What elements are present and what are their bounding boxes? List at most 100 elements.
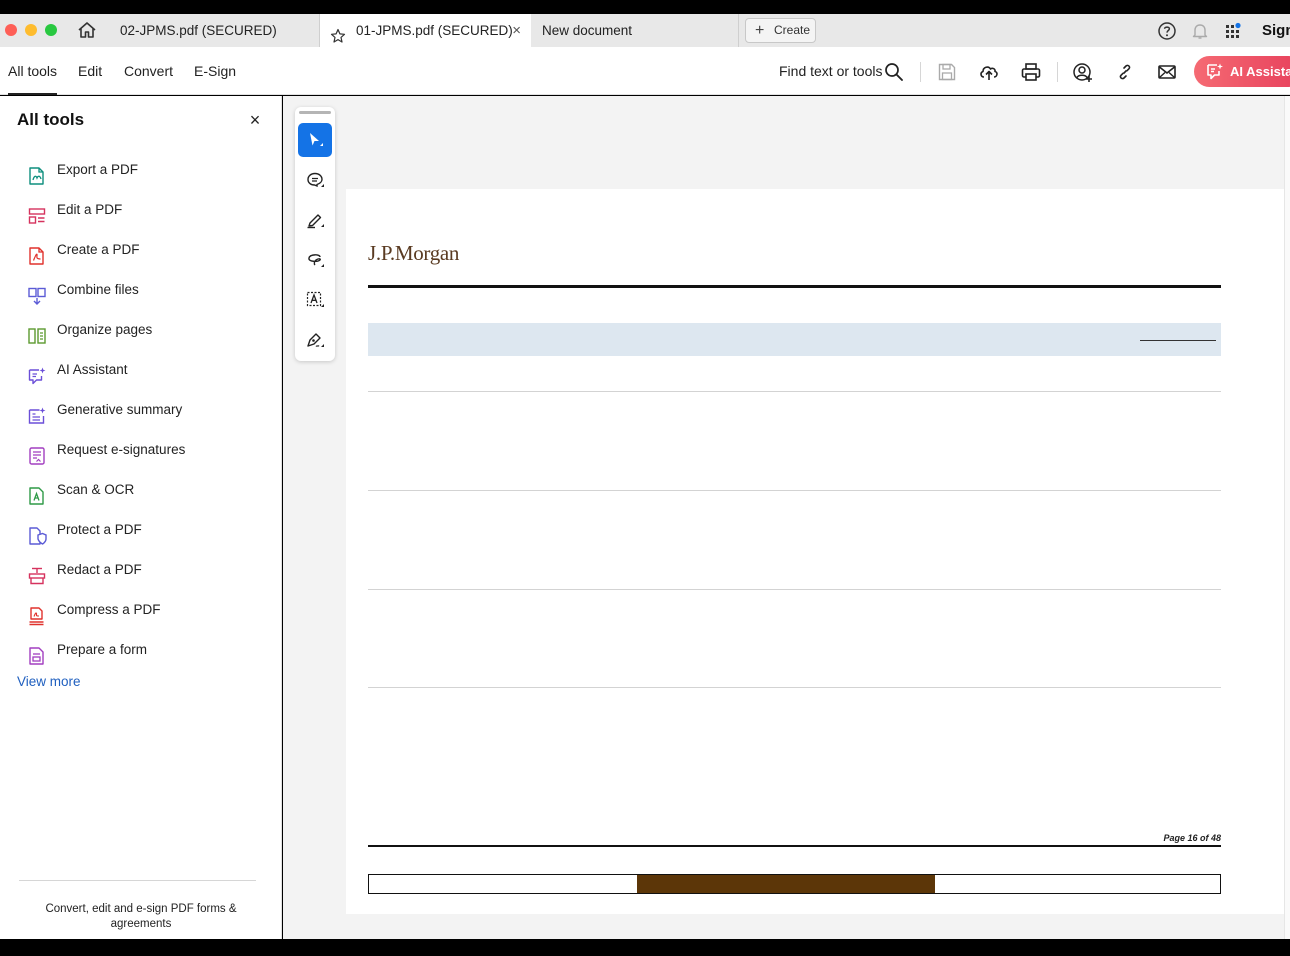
pen-sign-icon xyxy=(307,333,324,347)
panel-title: All tools xyxy=(17,110,85,129)
tool-create-pdf[interactable]: Create a PDF xyxy=(0,238,282,278)
plus-icon: + xyxy=(755,22,765,39)
ai-assistant-button[interactable]: AI Assistant xyxy=(1194,56,1290,87)
link-icon[interactable] xyxy=(1114,61,1136,83)
export-pdf-icon xyxy=(29,167,44,185)
vertical-scrollbar[interactable] xyxy=(1284,96,1290,939)
tool-generative-summary[interactable]: Generative summary xyxy=(0,398,282,438)
row-divider xyxy=(368,687,1221,688)
tool-label: Protect a PDF xyxy=(57,522,142,537)
tool-request-esignatures[interactable]: Request e-signatures xyxy=(0,438,282,478)
close-tab-icon[interactable]: × xyxy=(512,14,521,47)
tab-label: 02-JPMS.pdf (SECURED) xyxy=(120,23,277,38)
jpmorgan-logo: J.P.Morgan xyxy=(368,241,460,265)
tab-02-jpms[interactable]: 02-JPMS.pdf (SECURED) xyxy=(106,14,320,47)
menu-edit[interactable]: Edit xyxy=(78,47,102,95)
comment-tool-button[interactable] xyxy=(298,163,332,197)
panel-footer-text: Convert, edit and e-sign PDF forms & agr… xyxy=(45,903,237,930)
help-icon[interactable] xyxy=(1157,21,1177,41)
draw-tool-button[interactable] xyxy=(298,243,332,277)
highlighter-pen-icon xyxy=(307,214,324,229)
tool-label: Export a PDF xyxy=(57,162,139,177)
text-select-tool-button[interactable] xyxy=(298,283,332,317)
tool-label: Redact a PDF xyxy=(57,562,142,577)
tool-organize-pages[interactable]: Organize pages xyxy=(0,318,282,358)
tool-label: Edit a PDF xyxy=(57,202,123,217)
quick-tools-bar xyxy=(295,107,335,361)
close-panel-icon[interactable]: × xyxy=(247,110,263,130)
cloud-upload-icon[interactable] xyxy=(978,61,1000,83)
comment-icon xyxy=(307,172,324,188)
view-more-link[interactable]: View more xyxy=(17,674,81,689)
organize-pages-icon xyxy=(28,328,46,344)
tab-label: New document xyxy=(542,23,633,38)
drag-handle[interactable] xyxy=(299,111,331,114)
find-text-or-tools[interactable]: Find text or tools xyxy=(779,47,883,95)
ai-assistant-icon xyxy=(1207,63,1223,80)
tool-edit-pdf[interactable]: Edit a PDF xyxy=(0,198,282,238)
main-toolbar: All tools Edit Convert E-Sign Find text … xyxy=(0,47,1290,95)
window-close-button[interactable] xyxy=(5,24,17,36)
notifications-bell-icon[interactable] xyxy=(1190,21,1210,41)
edit-pdf-icon xyxy=(28,208,46,224)
request-esignatures-icon xyxy=(29,447,45,465)
tab-new-document[interactable]: New document xyxy=(531,14,739,47)
create-label: Create xyxy=(774,23,811,37)
share-user-icon[interactable] xyxy=(1072,61,1094,83)
tool-label: Request e-signatures xyxy=(57,442,186,457)
tool-ai-assistant[interactable]: AI Assistant xyxy=(0,358,282,398)
select-tool-button[interactable] xyxy=(298,123,332,157)
window-minimize-button[interactable] xyxy=(25,24,37,36)
window-bottom-edge xyxy=(0,939,1290,956)
tool-scan-ocr[interactable]: Scan & OCR xyxy=(0,478,282,518)
header-rule xyxy=(368,285,1221,288)
compress-pdf-icon xyxy=(29,607,44,626)
toolbar-divider xyxy=(1057,62,1058,82)
row-divider xyxy=(368,490,1221,491)
shaded-band xyxy=(368,323,1221,356)
tool-compress-pdf[interactable]: Compress a PDF xyxy=(0,598,282,638)
tool-prepare-form[interactable]: Prepare a form xyxy=(0,638,282,678)
pdf-page[interactable]: J.P.Morgan Page 16 of 48 xyxy=(346,189,1284,914)
document-viewer[interactable]: J.P.Morgan Page 16 of 48 xyxy=(283,96,1290,939)
print-icon[interactable] xyxy=(1020,61,1042,83)
email-icon[interactable] xyxy=(1156,61,1178,83)
page-number: Page 16 of 48 xyxy=(1163,833,1221,843)
tool-protect-pdf[interactable]: Protect a PDF xyxy=(0,518,282,558)
ai-assistant-label: AI Assistant xyxy=(1230,64,1290,79)
tool-label: Combine files xyxy=(57,282,139,297)
tab-01-jpms-active[interactable]: 01-JPMS.pdf (SECURED) × xyxy=(320,14,531,47)
create-button[interactable]: + Create xyxy=(745,18,816,43)
band-underline xyxy=(1140,340,1216,341)
sign-in-link[interactable]: Sign xyxy=(1262,14,1290,47)
tool-label: Scan & OCR xyxy=(57,482,135,497)
menu-esign[interactable]: E-Sign xyxy=(194,47,236,95)
search-icon[interactable] xyxy=(883,61,905,83)
footer-bar-fill xyxy=(637,875,935,893)
menu-convert[interactable]: Convert xyxy=(124,47,173,95)
highlight-tool-button[interactable] xyxy=(298,203,332,237)
save-icon[interactable] xyxy=(936,61,958,83)
tool-combine-files[interactable]: Combine files xyxy=(0,278,282,318)
tab-label: 01-JPMS.pdf (SECURED) xyxy=(356,23,513,38)
menu-all-tools[interactable]: All tools xyxy=(8,47,58,95)
window-top-edge xyxy=(0,0,1290,14)
text-box-icon xyxy=(306,291,324,307)
prepare-form-icon xyxy=(29,647,44,665)
home-icon[interactable] xyxy=(76,20,100,42)
tool-export-pdf[interactable]: Export a PDF xyxy=(0,158,282,198)
toolbar-divider xyxy=(920,62,921,82)
all-tools-panel: All tools × Export a PDF Edit a PDF Crea… xyxy=(0,96,282,939)
cursor-arrow-icon xyxy=(310,133,323,146)
tab-bar: 02-JPMS.pdf (SECURED) 01-JPMS.pdf (SECUR… xyxy=(0,14,1290,47)
apps-grid-icon[interactable] xyxy=(1223,21,1243,41)
star-icon[interactable] xyxy=(330,23,346,43)
sign-tool-button[interactable] xyxy=(298,323,332,357)
tool-label: AI Assistant xyxy=(57,362,128,377)
tool-redact-pdf[interactable]: Redact a PDF xyxy=(0,558,282,598)
combine-files-icon xyxy=(28,287,46,305)
panel-divider xyxy=(19,880,256,881)
window-zoom-button[interactable] xyxy=(45,24,57,36)
tool-label: Prepare a form xyxy=(57,642,148,657)
generative-summary-icon xyxy=(28,407,46,424)
